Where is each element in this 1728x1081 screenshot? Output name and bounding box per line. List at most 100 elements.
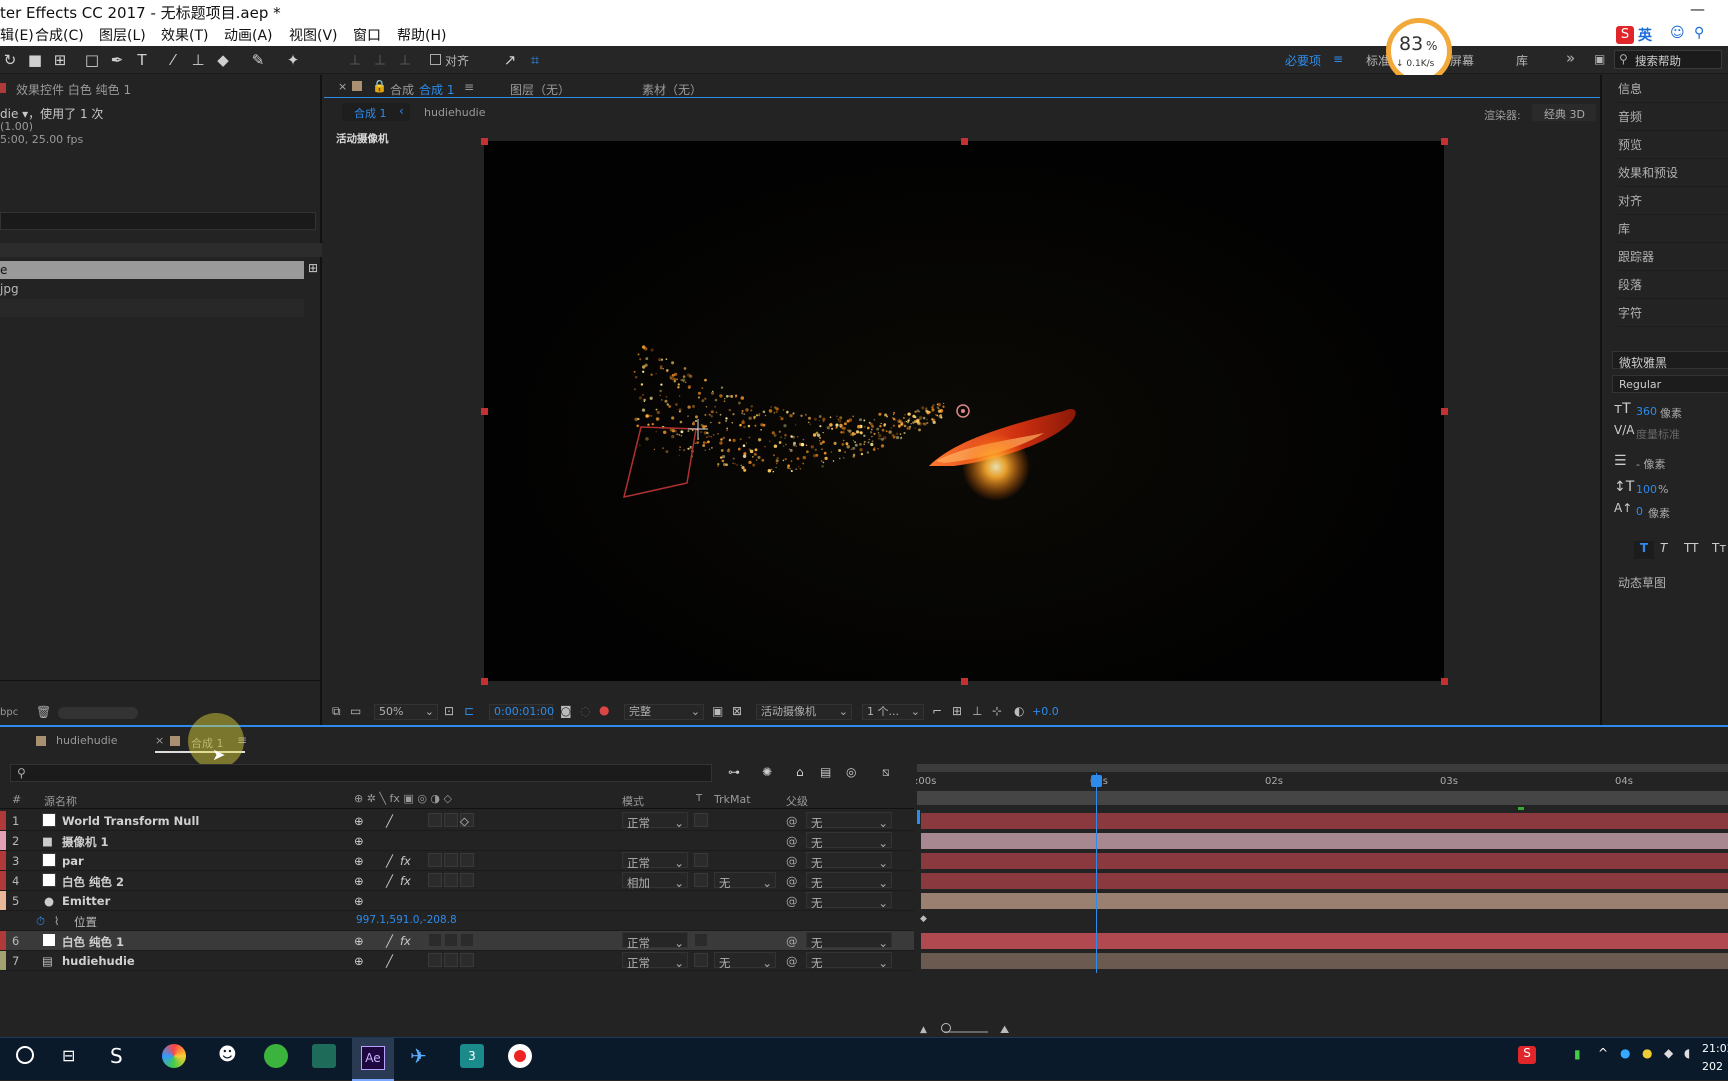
layer-name[interactable]: hudiehudie (62, 954, 135, 968)
feishu-icon[interactable]: ✈ (410, 1044, 427, 1068)
switch-box[interactable] (428, 873, 442, 887)
pickwhip-icon[interactable]: @ (786, 894, 798, 908)
switch-box[interactable] (460, 853, 474, 867)
preserve-transparency-box[interactable] (694, 933, 708, 947)
panel-item[interactable]: 字符 (1618, 299, 1728, 327)
monitor-icon[interactable]: ▭ (350, 704, 361, 718)
label-color[interactable] (0, 871, 6, 890)
switch-box[interactable] (444, 933, 458, 947)
workspace-menu-icon[interactable]: ≡ (1333, 52, 1343, 66)
shy-switch-icon[interactable]: ⊕ (354, 954, 364, 968)
rotate-tool-icon[interactable]: ↻ (0, 50, 20, 70)
type-tool-icon[interactable]: T (132, 50, 152, 70)
layer-row[interactable]: 3 par ⊕ ╱ fx 正常 ⌄ @ 无 ⌄ (0, 851, 914, 871)
parent-select[interactable]: 无 ⌄ (806, 852, 892, 870)
small-caps-icon[interactable]: Tт (1712, 541, 1726, 555)
bpc-label[interactable]: bpc (0, 707, 18, 718)
handle-tc[interactable] (961, 138, 968, 145)
parent-select[interactable]: 无 ⌄ (806, 892, 892, 910)
layer-name[interactable]: World Transform Null (62, 814, 199, 828)
timeline-search-input[interactable]: ⚲ (10, 764, 712, 782)
layer-row[interactable]: 1 World Transform Null ⊕ ╱ ◇ 正常 ⌄ @ 无 ⌄ (0, 811, 914, 831)
menu-view[interactable]: 视图(V) (289, 25, 338, 45)
switch-box[interactable] (444, 873, 458, 887)
col-source-name[interactable]: 源名称 (44, 793, 77, 809)
layer-name[interactable]: 摄像机 1 (62, 834, 109, 850)
timeline-icon[interactable]: ⊥ (972, 704, 982, 718)
rectangle-tool-icon[interactable]: □ (82, 50, 102, 70)
sogou-icon[interactable]: S (1616, 26, 1634, 44)
project-list-header[interactable]: e (0, 261, 304, 279)
zoom-slider-thumb[interactable] (941, 1023, 951, 1033)
renderer-select[interactable]: 经典 3D (1532, 104, 1596, 121)
font-size-value[interactable]: 360 (1636, 405, 1657, 418)
handle-ml[interactable] (481, 408, 488, 415)
fx-switch-icon[interactable]: fx (400, 874, 411, 888)
menu-animation[interactable]: 动画(A) (224, 25, 273, 45)
switch-box[interactable] (460, 953, 474, 967)
pickwhip-icon[interactable]: @ (786, 814, 798, 828)
handle-tl[interactable] (481, 138, 488, 145)
panel-item[interactable]: 预览 (1618, 131, 1728, 159)
code-app-icon[interactable] (312, 1044, 336, 1068)
camera-tool-icon[interactable]: ■ (25, 50, 45, 70)
shy-switch-icon[interactable]: ⊕ (354, 874, 364, 888)
quality-switch-icon[interactable]: ╱ (386, 854, 393, 868)
sync-icon[interactable]: ▣ (1594, 52, 1605, 66)
flowchart-icon[interactable]: ⊞ (308, 261, 318, 275)
quality-switch-icon[interactable]: ╱ (386, 954, 393, 968)
ime-indicator[interactable]: 英 (1638, 25, 1652, 45)
kerning-value[interactable]: 度量标准 (1636, 426, 1680, 442)
comp-tab-name[interactable]: 合成 1 (419, 81, 454, 98)
workspace-essentials[interactable]: 必要项 (1285, 52, 1321, 69)
property-value[interactable]: 997.1,591.0,-208.8 (356, 914, 457, 926)
effect-controls-title[interactable]: 效果控件 白色 纯色 1 (16, 81, 131, 98)
shy-switch-icon[interactable]: ⊕ (354, 814, 364, 828)
menu-layer[interactable]: 图层(L) (99, 25, 146, 45)
parent-select[interactable]: 无 ⌄ (806, 952, 892, 970)
label-color[interactable] (0, 931, 6, 950)
switch-box[interactable] (444, 853, 458, 867)
emoji-icon[interactable]: ☺ (1670, 25, 1685, 41)
3d-app-icon[interactable]: 3 (460, 1044, 484, 1068)
breadcrumb-comp[interactable]: 合成 1 (354, 105, 387, 121)
clock-date[interactable]: 202 (1702, 1060, 1723, 1073)
panel-item[interactable]: 库 (1618, 215, 1728, 243)
layer-name[interactable]: Emitter (62, 894, 110, 908)
resolution-select[interactable]: 完整 ⌄ (624, 704, 704, 720)
stopwatch-icon[interactable]: ⏱ (36, 914, 45, 929)
baseline-shift-value[interactable]: 0 (1636, 505, 1643, 518)
layer-row[interactable]: 7 ▤ hudiehudie ⊕ ╱ 正常 ⌄ 无 ⌄ @ 无 ⌄ (0, 951, 914, 971)
parent-select[interactable]: 无 ⌄ (806, 872, 892, 890)
snapshot-icon[interactable]: ◙ (560, 704, 572, 718)
pickwhip-icon[interactable]: @ (786, 954, 798, 968)
help-search-box[interactable]: ⚲ 搜索帮助 (1614, 50, 1722, 69)
preserve-transparency-box[interactable] (694, 953, 708, 967)
panel-item[interactable]: 对齐 (1618, 187, 1728, 215)
tray-app-icon[interactable]: ● (1642, 1046, 1652, 1060)
pickwhip-icon[interactable]: @ (786, 934, 798, 948)
tray-sogou-icon[interactable]: S (1518, 1046, 1536, 1064)
hide-shy-icon[interactable]: ⌂ (796, 765, 804, 779)
shy-switch-icon[interactable]: ⊕ (354, 934, 364, 948)
blend-mode-select[interactable]: 正常 ⌄ (622, 852, 688, 870)
tray-battery-icon[interactable]: ▮ (1574, 1047, 1581, 1061)
transparency-grid-icon[interactable]: ⊠ (732, 704, 742, 718)
zoom-select[interactable]: 50% ⌄ (374, 704, 438, 720)
task-view-icon[interactable]: ⊟ (62, 1046, 75, 1065)
app-s-icon[interactable]: S (110, 1044, 123, 1068)
switch-box[interactable] (444, 813, 458, 827)
snap-grid-icon[interactable]: ⌗ (525, 50, 545, 70)
breadcrumb-footage[interactable]: hudiehudie (424, 106, 486, 119)
keyframe-icon[interactable]: ◆ (920, 914, 927, 924)
view-layout-select[interactable]: 1 个... ⌄ (862, 704, 924, 720)
snap-extend-icon[interactable]: ↗ (500, 50, 520, 70)
3d-layer-icon[interactable]: ◇ (460, 814, 469, 828)
switch-box[interactable] (444, 953, 458, 967)
layer-row[interactable]: 5 ● Emitter ⊕ @ 无 ⌄ (0, 891, 914, 911)
layer-duration-bar[interactable] (921, 813, 1728, 829)
pickwhip-icon[interactable]: @ (786, 874, 798, 888)
puppet-pin-tool-icon[interactable]: ✦ (283, 50, 303, 70)
frame-blending-icon[interactable]: ▤ (820, 765, 831, 779)
label-color[interactable] (0, 851, 6, 870)
